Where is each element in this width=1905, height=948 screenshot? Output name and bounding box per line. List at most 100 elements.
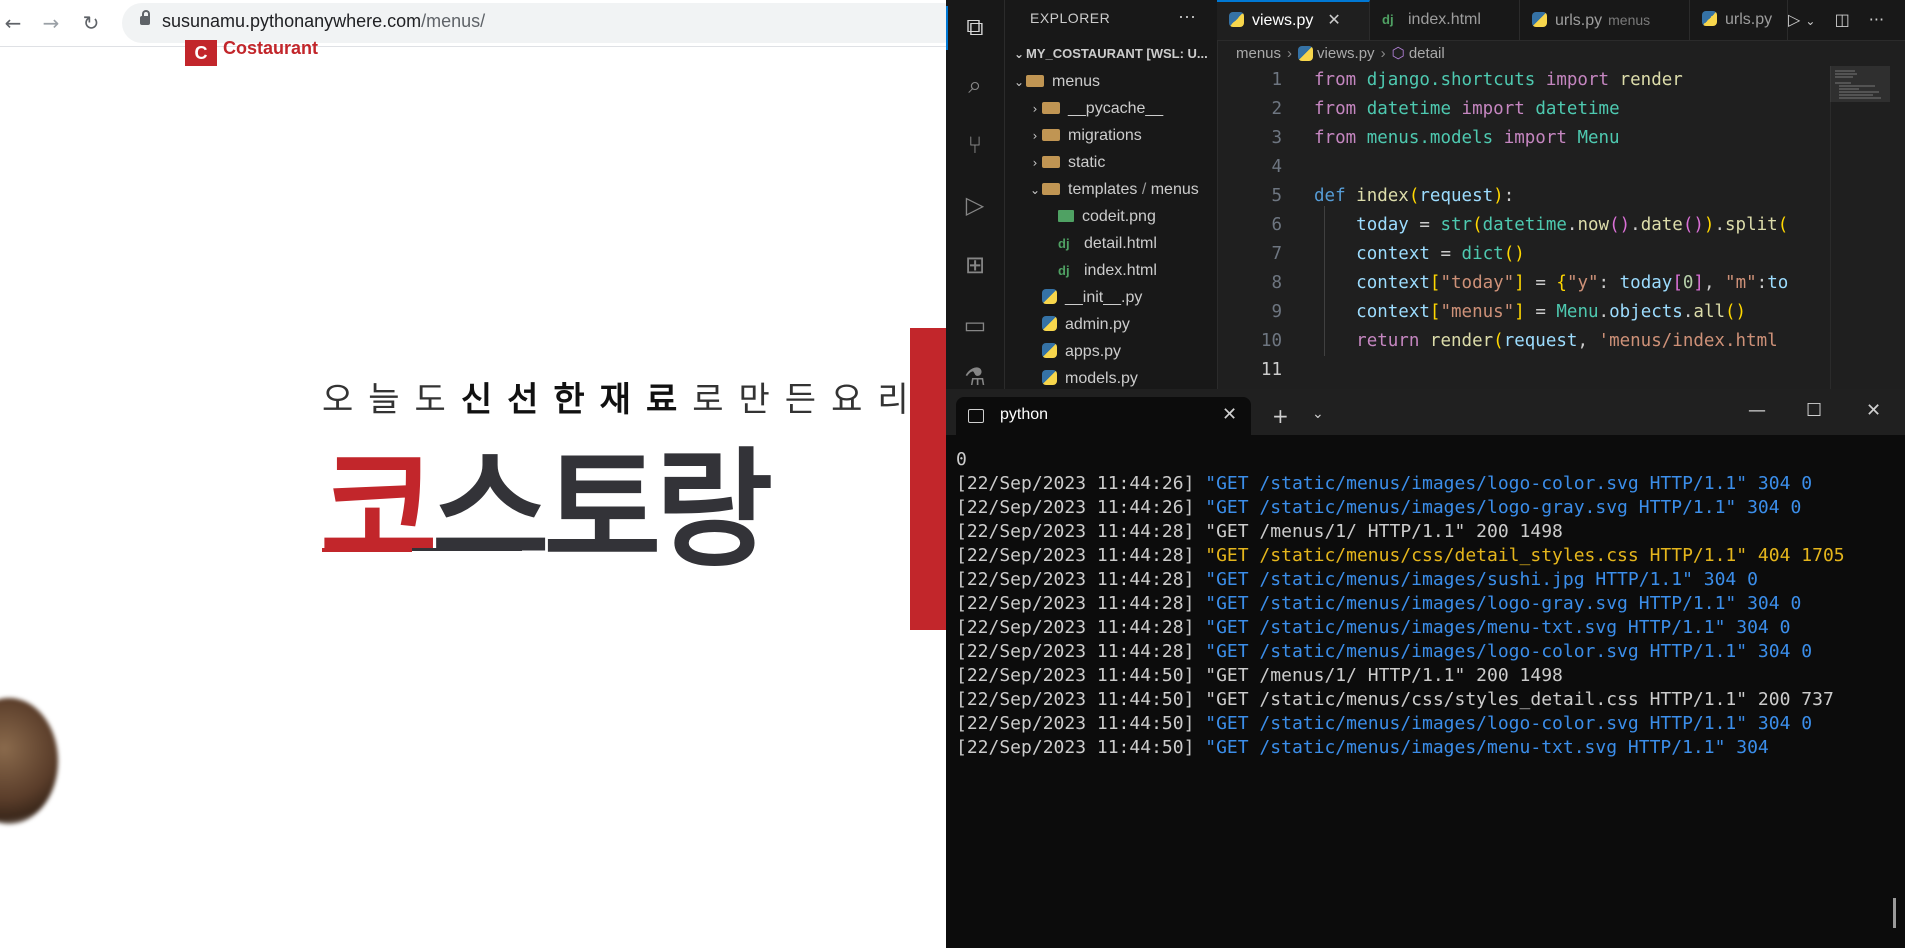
editor-tab[interactable]: urls.py menus (1520, 0, 1690, 40)
tree-item[interactable]: › __pycache__ (1012, 95, 1217, 122)
code-token: . (1598, 302, 1610, 322)
run-debug-icon[interactable]: ▷ (960, 190, 990, 220)
code-token: request (1419, 186, 1494, 206)
chevron-right-icon: › (1032, 129, 1038, 143)
code-token: context (1356, 244, 1430, 264)
tree-item[interactable]: apps.py (1012, 338, 1217, 365)
back-button[interactable]: ← (0, 10, 26, 36)
url-text[interactable]: susunamu.pythonanywhere.com/menus/ (162, 11, 485, 32)
terminal-scrollbar[interactable] (1893, 898, 1896, 928)
code-token: index (1356, 186, 1409, 206)
code-line[interactable]: 10 return render(request, 'menus/index.h… (1217, 327, 1829, 356)
minimap[interactable] (1830, 66, 1891, 389)
breadcrumb-file[interactable]: views.py (1317, 45, 1375, 62)
tree-item[interactable]: codeit.png (1012, 203, 1217, 230)
tab-dropdown-button[interactable]: ⌄ (1312, 406, 1324, 422)
site-logo[interactable]: C Costaurant (185, 40, 318, 66)
log-request: "GET /static/menus/images/logo-color.svg… (1205, 641, 1813, 662)
code-token: render (1619, 70, 1683, 90)
editor-tabs: views.py ✕ dj index.html urls.py menus urls.py (1217, 0, 1788, 40)
close-icon[interactable]: ✕ (1327, 12, 1340, 29)
tree-item[interactable]: ⌄ templates / menus (1012, 176, 1217, 203)
code-line[interactable]: 8 context["today"] = {"y": today[0], "m"… (1217, 269, 1829, 298)
breadcrumb-folder[interactable]: menus (1236, 45, 1281, 62)
tree-item[interactable]: dj index.html (1012, 257, 1217, 284)
workspace-title[interactable]: ⌄ MY_COSTAURANT [WSL: U... (1012, 46, 1217, 61)
terminal-line: [22/Sep/2023 11:44:26] "GET /static/menu… (956, 472, 1871, 496)
split-editor-icon[interactable]: ◫ (1835, 10, 1850, 29)
log-request: "GET /static/menus/images/logo-gray.svg … (1205, 497, 1802, 518)
tree-item[interactable]: models.py (1012, 365, 1217, 389)
editor-tab[interactable]: urls.py (1690, 0, 1788, 40)
tree-item[interactable]: dj detail.html (1012, 230, 1217, 257)
minimize-button[interactable]: — (1748, 400, 1766, 421)
terminal-icon (968, 409, 984, 423)
code-token: 'menus/index.html (1598, 331, 1778, 351)
code-line[interactable]: 9 context["menus"] = Menu.objects.all() (1217, 298, 1829, 327)
log-request: "GET /static/menus/images/sushi.jpg HTTP… (1205, 569, 1758, 590)
extensions-icon[interactable]: ⊞ (960, 250, 990, 280)
remote-explorer-icon[interactable]: ▭ (960, 310, 990, 340)
explorer-more-button[interactable]: ··· (1178, 6, 1196, 27)
close-window-button[interactable]: ✕ (1866, 400, 1881, 421)
log-request: "GET /static/menus/images/menu-txt.svg H… (1205, 737, 1769, 758)
code-line[interactable]: 7 context = dict() (1217, 240, 1829, 269)
log-timestamp: [22/Sep/2023 11:44:50] (956, 665, 1206, 686)
code-line[interactable]: 4 (1217, 153, 1829, 182)
tree-item[interactable]: admin.py (1012, 311, 1217, 338)
code-line[interactable]: 11 (1217, 356, 1829, 385)
code-token: menus.models (1366, 128, 1494, 148)
code-token: ) (1493, 186, 1504, 206)
python-file-icon (1042, 316, 1057, 332)
new-tab-button[interactable]: + (1272, 404, 1289, 428)
python-file-icon (1042, 343, 1057, 359)
code-line[interactable]: 3 from menus.models import Menu (1217, 124, 1829, 153)
code-token: request (1503, 331, 1578, 351)
run-dropdown-icon[interactable]: ⌄ (1805, 14, 1815, 28)
hero-tagline: 오늘도신선한재료로만든요리 (322, 372, 924, 421)
tree-item[interactable]: __init__.py (1012, 284, 1217, 311)
code-editor[interactable]: 1 from django.shortcuts import render 2 fro… (1217, 66, 1829, 389)
editor-tab[interactable]: views.py ✕ (1217, 0, 1370, 40)
log-timestamp: [22/Sep/2023 11:44:28] (956, 593, 1206, 614)
search-icon[interactable]: ⌕ (960, 70, 990, 100)
code-token: def (1314, 186, 1346, 206)
hero-red-panel (910, 328, 946, 630)
tree-item[interactable]: › migrations (1012, 122, 1217, 149)
more-actions-icon[interactable]: ··· (1869, 10, 1884, 29)
code-token: import (1545, 70, 1610, 90)
code-token: ) (1703, 215, 1715, 235)
testing-icon[interactable]: ⚗ (960, 362, 990, 392)
code-token: "today" (1440, 273, 1515, 293)
maximize-button[interactable]: ☐ (1806, 400, 1822, 421)
chevron-down-icon: ⌄ (1013, 75, 1025, 89)
code-token: () (1609, 215, 1631, 235)
lock-icon[interactable] (140, 10, 150, 25)
python-file-icon (1532, 12, 1547, 28)
source-control-icon[interactable]: ⑂ (960, 130, 990, 160)
close-tab-icon[interactable]: ✕ (1222, 404, 1237, 425)
minimap-viewport[interactable] (1830, 66, 1890, 102)
breadcrumb-symbol[interactable]: detail (1409, 45, 1445, 62)
code-line[interactable]: 6 today = str(datetime.now().date()).spl… (1217, 211, 1829, 240)
code-token: today (1619, 273, 1673, 293)
django-file-icon: dj (1382, 12, 1394, 27)
run-icon[interactable]: ▷ (1788, 10, 1800, 29)
url-path: /menus/ (421, 11, 486, 31)
code-line[interactable]: 2 from datetime import datetime (1217, 95, 1829, 124)
log-timestamp: [22/Sep/2023 11:44:28] (956, 569, 1206, 590)
code-token: to (1767, 273, 1789, 293)
code-text: context["today"] = {"y": today[0], "m":t… (1282, 269, 1788, 298)
code-text: from datetime import datetime (1282, 95, 1620, 124)
code-line[interactable]: 5 def index(request): (1217, 182, 1829, 211)
tree-item[interactable]: › static (1012, 149, 1217, 176)
explorer-icon[interactable]: ⧉ (960, 12, 990, 42)
reload-button[interactable]: ↻ (78, 10, 104, 36)
forward-button[interactable]: → (38, 10, 64, 36)
code-line[interactable]: 1 from django.shortcuts import render (1217, 66, 1829, 95)
tree-item[interactable]: ⌄ menus (1012, 68, 1217, 95)
editor-tab[interactable]: dj index.html (1370, 0, 1520, 40)
terminal-output[interactable]: 0 [22/Sep/2023 11:44:26] "GET /static/men… (956, 448, 1871, 760)
folder-icon (1042, 128, 1060, 141)
